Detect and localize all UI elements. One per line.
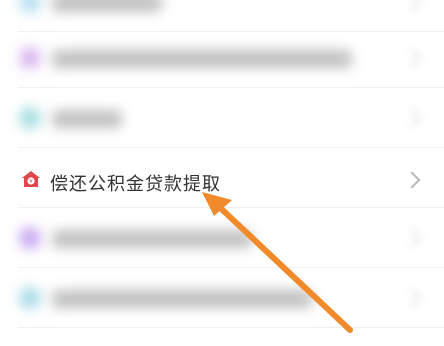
pointer-arrow-annotation: [202, 192, 353, 333]
